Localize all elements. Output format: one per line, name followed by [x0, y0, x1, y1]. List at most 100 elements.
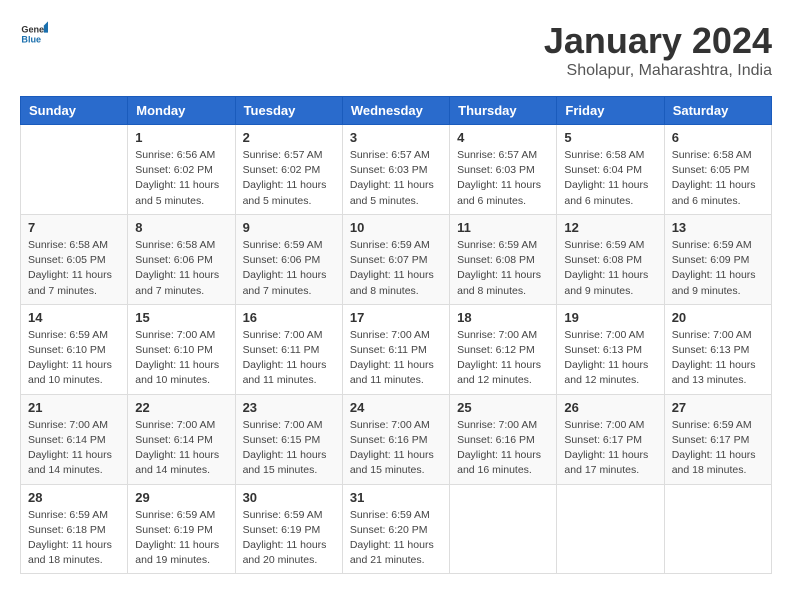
day-number: 29 — [135, 490, 227, 505]
day-number: 15 — [135, 310, 227, 325]
day-info: Sunrise: 6:59 AMSunset: 6:08 PMDaylight:… — [457, 238, 549, 299]
day-info: Sunrise: 7:00 AMSunset: 6:13 PMDaylight:… — [672, 328, 764, 389]
day-info: Sunrise: 6:59 AMSunset: 6:18 PMDaylight:… — [28, 508, 120, 569]
day-number: 12 — [564, 220, 656, 235]
day-number: 10 — [350, 220, 442, 235]
day-info: Sunrise: 6:59 AMSunset: 6:06 PMDaylight:… — [243, 238, 335, 299]
day-number: 4 — [457, 130, 549, 145]
day-info: Sunrise: 7:00 AMSunset: 6:14 PMDaylight:… — [28, 418, 120, 479]
calendar-cell: 5 Sunrise: 6:58 AMSunset: 6:04 PMDaylight… — [557, 125, 664, 215]
day-number: 19 — [564, 310, 656, 325]
header-area: General Blue January 2024 Sholapur, Maha… — [20, 20, 772, 80]
calendar-cell: 4 Sunrise: 6:57 AMSunset: 6:03 PMDaylight… — [450, 125, 557, 215]
day-number: 14 — [28, 310, 120, 325]
calendar-body: 1 Sunrise: 6:56 AMSunset: 6:02 PMDaylight… — [21, 125, 772, 574]
calendar-table: SundayMondayTuesdayWednesdayThursdayFrid… — [20, 96, 772, 574]
calendar-cell: 24Sunrise: 7:00 AMSunset: 6:16 PMDayligh… — [342, 394, 449, 484]
calendar-cell: 19Sunrise: 7:00 AMSunset: 6:13 PMDayligh… — [557, 304, 664, 394]
calendar-cell — [21, 125, 128, 215]
day-info: Sunrise: 7:00 AMSunset: 6:11 PMDaylight:… — [350, 328, 442, 389]
calendar-cell: 29 Sunrise: 6:59 AMSunset: 6:19 PMDayligh… — [128, 484, 235, 574]
calendar-cell: 20 Sunrise: 7:00 AMSunset: 6:13 PMDayligh… — [664, 304, 771, 394]
logo: General Blue — [20, 20, 48, 48]
calendar-cell: 15Sunrise: 7:00 AMSunset: 6:10 PMDayligh… — [128, 304, 235, 394]
day-info: Sunrise: 7:00 AMSunset: 6:14 PMDaylight:… — [135, 418, 227, 479]
day-number: 2 — [243, 130, 335, 145]
calendar-cell: 26Sunrise: 7:00 AMSunset: 6:17 PMDayligh… — [557, 394, 664, 484]
calendar-cell: 1 Sunrise: 6:56 AMSunset: 6:02 PMDaylight… — [128, 125, 235, 215]
calendar-cell: 16 Sunrise: 7:00 AMSunset: 6:11 PMDayligh… — [235, 304, 342, 394]
day-info: Sunrise: 6:58 AMSunset: 6:04 PMDaylight:… — [564, 148, 656, 209]
calendar-cell: 3 Sunrise: 6:57 AMSunset: 6:03 PMDaylight… — [342, 125, 449, 215]
calendar-cell: 31 Sunrise: 6:59 AMSunset: 6:20 PMDayligh… — [342, 484, 449, 574]
day-info: Sunrise: 6:57 AMSunset: 6:03 PMDaylight:… — [350, 148, 442, 209]
day-info: Sunrise: 6:58 AMSunset: 6:06 PMDaylight:… — [135, 238, 227, 299]
day-info: Sunrise: 6:58 AMSunset: 6:05 PMDaylight:… — [28, 238, 120, 299]
header-cell-tuesday: Tuesday — [235, 97, 342, 125]
calendar-header-row: SundayMondayTuesdayWednesdayThursdayFrid… — [21, 97, 772, 125]
calendar-title: January 2024 — [544, 20, 772, 62]
day-info: Sunrise: 6:59 AMSunset: 6:09 PMDaylight:… — [672, 238, 764, 299]
day-number: 1 — [135, 130, 227, 145]
day-number: 21 — [28, 400, 120, 415]
calendar-cell — [664, 484, 771, 574]
day-number: 23 — [243, 400, 335, 415]
calendar-cell: 11 Sunrise: 6:59 AMSunset: 6:08 PMDayligh… — [450, 214, 557, 304]
day-info: Sunrise: 7:00 AMSunset: 6:11 PMDaylight:… — [243, 328, 335, 389]
day-number: 8 — [135, 220, 227, 235]
day-info: Sunrise: 6:56 AMSunset: 6:02 PMDaylight:… — [135, 148, 227, 209]
calendar-week-row: 28 Sunrise: 6:59 AMSunset: 6:18 PMDayligh… — [21, 484, 772, 574]
header-cell-sunday: Sunday — [21, 97, 128, 125]
day-number: 11 — [457, 220, 549, 235]
day-number: 25 — [457, 400, 549, 415]
calendar-cell: 30Sunrise: 6:59 AMSunset: 6:19 PMDayligh… — [235, 484, 342, 574]
day-number: 24 — [350, 400, 442, 415]
day-info: Sunrise: 7:00 AMSunset: 6:12 PMDaylight:… — [457, 328, 549, 389]
day-number: 17 — [350, 310, 442, 325]
day-info: Sunrise: 6:59 AMSunset: 6:19 PMDaylight:… — [243, 508, 335, 569]
calendar-cell: 28 Sunrise: 6:59 AMSunset: 6:18 PMDayligh… — [21, 484, 128, 574]
header-cell-wednesday: Wednesday — [342, 97, 449, 125]
day-number: 6 — [672, 130, 764, 145]
calendar-cell — [450, 484, 557, 574]
calendar-cell: 7Sunrise: 6:58 AMSunset: 6:05 PMDaylight… — [21, 214, 128, 304]
day-number: 20 — [672, 310, 764, 325]
calendar-cell: 22Sunrise: 7:00 AMSunset: 6:14 PMDayligh… — [128, 394, 235, 484]
day-info: Sunrise: 6:59 AMSunset: 6:19 PMDaylight:… — [135, 508, 227, 569]
day-info: Sunrise: 6:59 AMSunset: 6:10 PMDaylight:… — [28, 328, 120, 389]
calendar-cell: 14 Sunrise: 6:59 AMSunset: 6:10 PMDayligh… — [21, 304, 128, 394]
day-number: 18 — [457, 310, 549, 325]
header-cell-friday: Friday — [557, 97, 664, 125]
calendar-subtitle: Sholapur, Maharashtra, India — [544, 62, 772, 80]
calendar-cell: 13 Sunrise: 6:59 AMSunset: 6:09 PMDayligh… — [664, 214, 771, 304]
day-info: Sunrise: 7:00 AMSunset: 6:15 PMDaylight:… — [243, 418, 335, 479]
calendar-week-row: 14 Sunrise: 6:59 AMSunset: 6:10 PMDayligh… — [21, 304, 772, 394]
day-info: Sunrise: 6:57 AMSunset: 6:03 PMDaylight:… — [457, 148, 549, 209]
day-number: 16 — [243, 310, 335, 325]
calendar-cell: 6Sunrise: 6:58 AMSunset: 6:05 PMDaylight… — [664, 125, 771, 215]
day-number: 3 — [350, 130, 442, 145]
calendar-cell: 17 Sunrise: 7:00 AMSunset: 6:11 PMDayligh… — [342, 304, 449, 394]
calendar-cell: 23 Sunrise: 7:00 AMSunset: 6:15 PMDayligh… — [235, 394, 342, 484]
day-info: Sunrise: 7:00 AMSunset: 6:17 PMDaylight:… — [564, 418, 656, 479]
svg-text:Blue: Blue — [21, 34, 41, 44]
day-info: Sunrise: 6:59 AMSunset: 6:20 PMDaylight:… — [350, 508, 442, 569]
calendar-cell: 8 Sunrise: 6:58 AMSunset: 6:06 PMDaylight… — [128, 214, 235, 304]
logo-icon: General Blue — [20, 20, 48, 48]
day-number: 28 — [28, 490, 120, 505]
calendar-week-row: 7Sunrise: 6:58 AMSunset: 6:05 PMDaylight… — [21, 214, 772, 304]
day-info: Sunrise: 6:59 AMSunset: 6:17 PMDaylight:… — [672, 418, 764, 479]
day-number: 9 — [243, 220, 335, 235]
calendar-week-row: 1 Sunrise: 6:56 AMSunset: 6:02 PMDaylight… — [21, 125, 772, 215]
calendar-cell: 21 Sunrise: 7:00 AMSunset: 6:14 PMDayligh… — [21, 394, 128, 484]
calendar-cell: 9 Sunrise: 6:59 AMSunset: 6:06 PMDaylight… — [235, 214, 342, 304]
calendar-cell — [557, 484, 664, 574]
day-info: Sunrise: 7:00 AMSunset: 6:16 PMDaylight:… — [457, 418, 549, 479]
day-number: 5 — [564, 130, 656, 145]
title-area: January 2024 Sholapur, Maharashtra, Indi… — [544, 20, 772, 80]
day-number: 13 — [672, 220, 764, 235]
calendar-cell: 25 Sunrise: 7:00 AMSunset: 6:16 PMDayligh… — [450, 394, 557, 484]
day-number: 31 — [350, 490, 442, 505]
calendar-cell: 18 Sunrise: 7:00 AMSunset: 6:12 PMDayligh… — [450, 304, 557, 394]
calendar-cell: 2Sunrise: 6:57 AMSunset: 6:02 PMDaylight… — [235, 125, 342, 215]
